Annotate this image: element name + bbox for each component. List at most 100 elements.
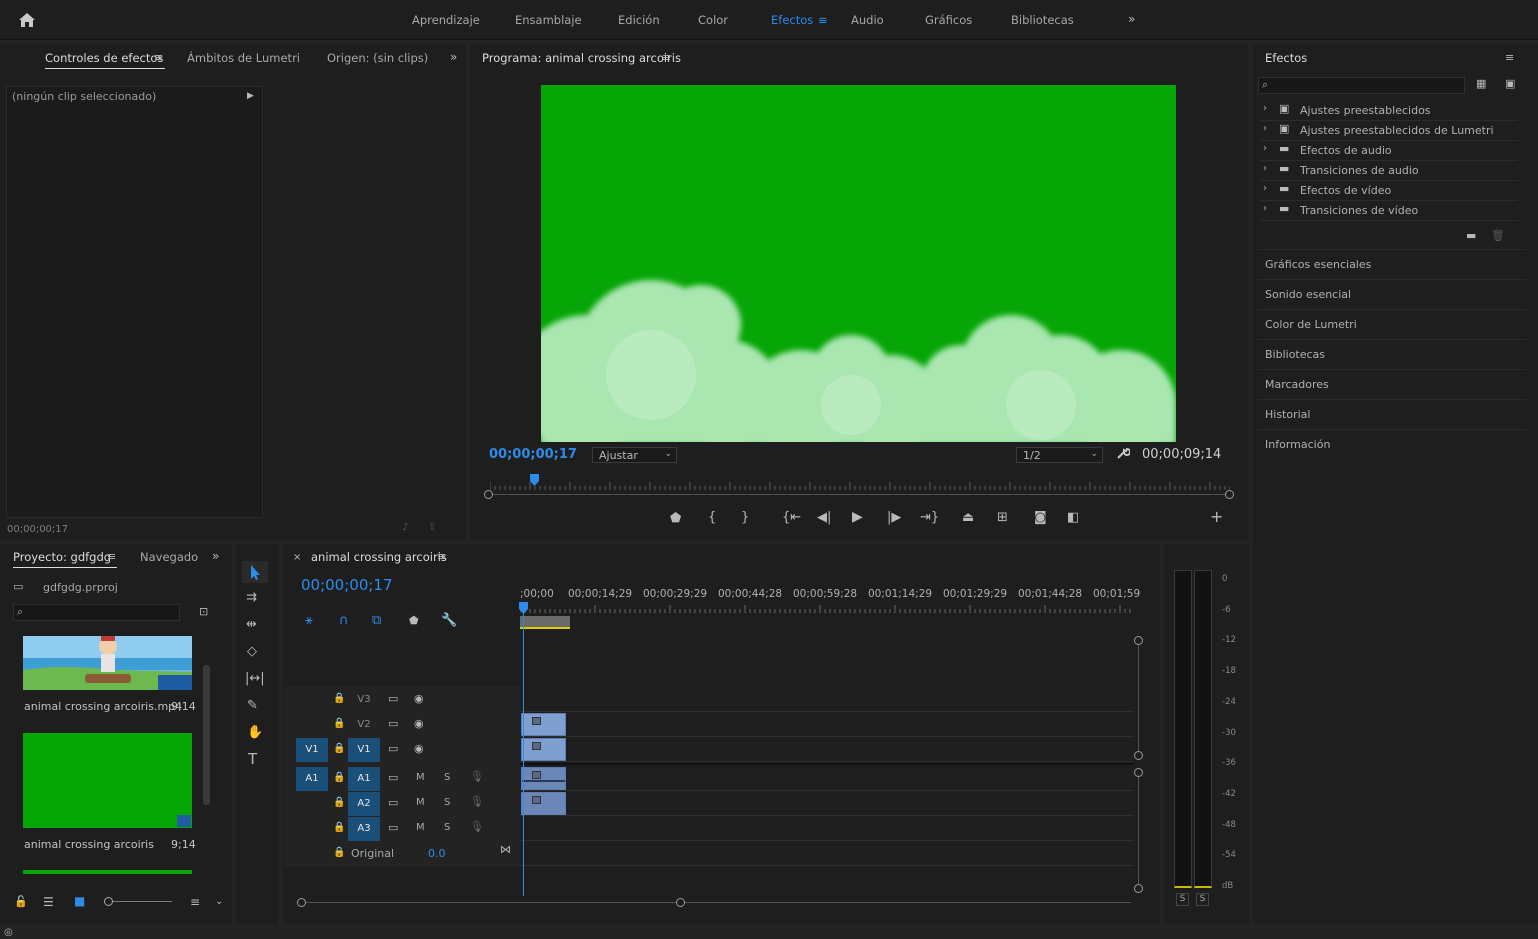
tab-source[interactable]: Origen: (sin clips) <box>327 51 428 65</box>
sync-lock-icon[interactable]: ▭ <box>388 796 398 810</box>
solo-right-button[interactable]: S <box>1196 893 1209 906</box>
find-icon[interactable]: ⊡ <box>199 605 208 619</box>
list-view-icon[interactable]: ☰ <box>43 895 54 909</box>
effects-folder[interactable]: › ▬ Transiciones de audio <box>1260 161 1518 181</box>
solo-left-button[interactable]: S <box>1176 893 1189 906</box>
program-current-timecode[interactable]: 00;00;00;17 <box>489 447 577 462</box>
icon-view-icon[interactable]: ■ <box>74 894 85 908</box>
effects-folder[interactable]: › ▬ Efectos de audio <box>1260 141 1518 161</box>
microphone-icon[interactable]: 🎙 <box>470 795 484 809</box>
solo-button[interactable]: S <box>444 797 450 808</box>
program-time-ruler[interactable] <box>489 476 1231 490</box>
lock-icon[interactable]: 🔒 <box>333 717 345 731</box>
scroll-handle[interactable] <box>1134 884 1143 893</box>
chevron-right-icon[interactable]: › <box>1263 103 1267 114</box>
32bit-effects-icon[interactable]: ▣ <box>1505 77 1515 91</box>
track-label-a1[interactable]: A1 <box>348 767 380 791</box>
timeline-sequence-tab[interactable]: animal crossing arcoiris <box>311 550 447 564</box>
chevron-right-icon[interactable]: › <box>1263 123 1267 134</box>
source-patch-v1[interactable]: V1 <box>296 738 328 762</box>
sync-lock-icon[interactable]: ▭ <box>388 821 398 835</box>
collapsed-panel-header[interactable]: Información <box>1257 429 1527 459</box>
mute-button[interactable]: M <box>416 772 425 783</box>
workspace-tab-6[interactable]: Gráficos <box>925 13 972 27</box>
track-select-tool[interactable]: ⇉ <box>246 591 257 605</box>
overflow-icon[interactable]: » <box>212 549 219 563</box>
workspace-tab-1[interactable]: Ensamblaje <box>515 13 582 27</box>
effects-folder[interactable]: › ▣ Ajustes preestablecidos de Lumetri <box>1260 121 1518 141</box>
type-tool[interactable]: T <box>248 752 257 767</box>
zoom-scrollbar[interactable] <box>488 494 1232 495</box>
fit-dropdown[interactable]: Ajustar ⌄ <box>592 447 677 463</box>
zoom-handle-left[interactable] <box>484 490 493 499</box>
go-to-next-edit-icon[interactable]: ⋈ <box>500 843 511 857</box>
track-label-v2[interactable]: V2 <box>348 713 380 737</box>
sync-lock-icon[interactable]: ▭ <box>388 771 398 785</box>
mark-in-icon[interactable]: { <box>708 511 716 525</box>
vertical-scroll-video[interactable] <box>1138 640 1139 756</box>
sync-lock-icon[interactable]: ▭ <box>388 717 398 731</box>
horizontal-scrollbar[interactable] <box>301 902 1131 903</box>
effects-folder[interactable]: › ▬ Transiciones de vídeo <box>1260 201 1518 221</box>
collapsed-panel-header[interactable]: Color de Lumetri <box>1257 309 1527 339</box>
project-scrollbar[interactable] <box>203 665 210 805</box>
lock-icon[interactable]: 🔒 <box>333 846 345 860</box>
lift-icon[interactable]: ⏏ <box>962 511 974 525</box>
microphone-icon[interactable]: 🎙 <box>470 820 484 834</box>
mute-button[interactable]: M <box>416 822 425 833</box>
workspace-tab-7[interactable]: Bibliotecas <box>1011 13 1074 27</box>
go-to-in-icon[interactable]: {⇤ <box>782 511 801 525</box>
work-area-bar[interactable] <box>520 616 570 629</box>
nest-icon[interactable]: ⚹ <box>305 614 313 628</box>
zoom-handle-right[interactable] <box>1225 490 1234 499</box>
chevron-right-icon[interactable]: › <box>1263 183 1267 194</box>
eye-icon[interactable]: ◉ <box>414 692 424 706</box>
linked-selection-icon[interactable]: ⧉ <box>372 614 381 628</box>
tab-effect-controls[interactable]: Controles de efectos <box>45 51 163 65</box>
sort-icon[interactable]: ≡ <box>190 895 200 909</box>
eye-icon[interactable]: ◉ <box>414 742 424 756</box>
lock-icon[interactable]: 🔒 <box>333 742 345 756</box>
program-playhead[interactable] <box>529 474 539 486</box>
step-back-icon[interactable]: ◀| <box>817 511 831 525</box>
collapsed-panel-header[interactable]: Sonido esencial <box>1257 279 1527 309</box>
home-icon[interactable] <box>18 12 36 32</box>
workspace-tab-3[interactable]: Color <box>698 13 728 27</box>
effects-folder[interactable]: › ▣ Ajustes preestablecidos <box>1260 101 1518 121</box>
lock-icon[interactable]: 🔒 <box>333 692 345 706</box>
play-icon[interactable]: ▶ <box>852 510 863 524</box>
chevron-right-icon[interactable]: › <box>1263 143 1267 154</box>
collapsed-panel-header[interactable]: Marcadores <box>1257 369 1527 399</box>
mix-track-value[interactable]: 0.0 <box>428 847 446 860</box>
audio-clip-a1[interactable] <box>521 767 566 790</box>
audio-clip-a2[interactable] <box>521 792 566 815</box>
workspace-tab-2[interactable]: Edición <box>618 13 660 27</box>
solo-button[interactable]: S <box>444 772 450 783</box>
step-forward-icon[interactable]: |▶ <box>887 511 901 525</box>
mute-button[interactable]: M <box>416 797 425 808</box>
source-patch-a1[interactable]: A1 <box>296 767 328 791</box>
tab-navigator[interactable]: Navegado <box>140 550 198 564</box>
program-video-frame[interactable] <box>541 85 1176 442</box>
sync-lock-icon[interactable]: ▭ <box>388 692 398 706</box>
project-search-input[interactable]: ⌕ <box>13 604 180 621</box>
workspace-tab-5[interactable]: Audio <box>851 13 884 27</box>
lock-icon[interactable]: 🔒 <box>333 821 345 835</box>
audio-only-icon[interactable]: ♪ <box>402 521 408 535</box>
video-clip-v1[interactable] <box>521 738 566 761</box>
export-icon[interactable]: ⇪ <box>428 521 436 535</box>
add-marker-icon[interactable]: ⬟ <box>670 512 681 526</box>
effects-title[interactable]: Efectos <box>1265 51 1307 65</box>
workspace-tab-4[interactable]: Efectos <box>771 13 813 27</box>
panel-menu-icon[interactable]: ≡ <box>154 51 163 65</box>
scroll-handle[interactable] <box>297 898 306 907</box>
collapsed-panel-header[interactable]: Gráficos esenciales <box>1257 249 1527 279</box>
razor-tool[interactable]: ◇ <box>247 645 257 659</box>
panel-menu-icon[interactable]: ≡ <box>107 550 116 564</box>
tab-lumetri-scopes[interactable]: Ámbitos de Lumetri <box>187 51 300 65</box>
vertical-scroll-audio[interactable] <box>1138 772 1139 888</box>
solo-button[interactable]: S <box>444 822 450 833</box>
eye-icon[interactable]: ◉ <box>414 717 424 731</box>
track-label-v3[interactable]: V3 <box>348 688 380 712</box>
workspace-menu-icon[interactable]: ≡ <box>818 13 828 27</box>
